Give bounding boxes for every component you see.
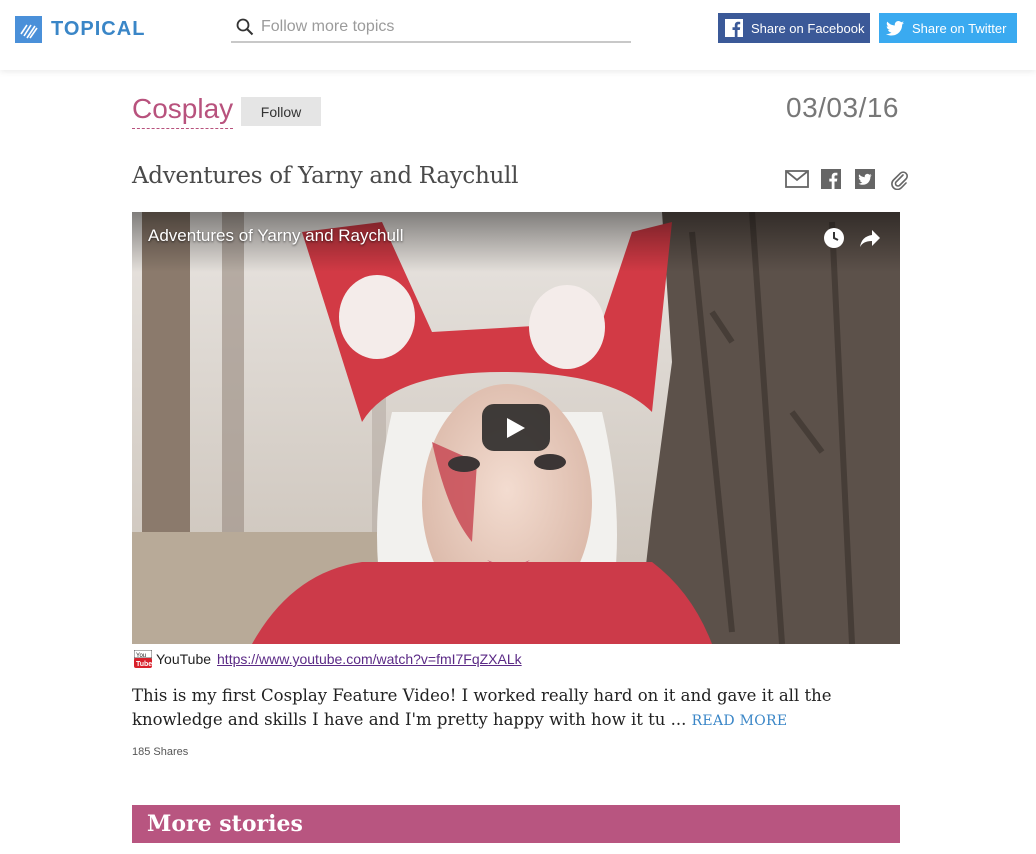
facebook-share-icon[interactable] bbox=[819, 168, 843, 190]
follow-button[interactable]: Follow bbox=[241, 97, 321, 126]
read-more-link[interactable]: READ MORE bbox=[692, 713, 788, 729]
twitter-share-icon[interactable] bbox=[853, 168, 877, 190]
search-input[interactable] bbox=[261, 18, 621, 36]
more-stories-title: More stories bbox=[147, 811, 303, 837]
share-twitter-label: Share on Twitter bbox=[912, 20, 1007, 36]
twitter-icon bbox=[886, 19, 904, 37]
share-facebook-label: Share on Facebook bbox=[751, 20, 865, 36]
source-url-link[interactable]: https://www.youtube.com/watch?v=fmI7FqZX… bbox=[217, 651, 522, 667]
share-arrow-icon[interactable] bbox=[858, 226, 882, 250]
svg-text:Tube: Tube bbox=[136, 661, 152, 668]
article-actions bbox=[785, 168, 911, 190]
video-source: You Tube YouTube https://www.youtube.com… bbox=[134, 650, 522, 668]
play-button[interactable] bbox=[482, 404, 550, 451]
email-icon[interactable] bbox=[785, 168, 809, 190]
article-date: 03/03/16 bbox=[786, 92, 899, 123]
article-title: Adventures of Yarny and Raychull bbox=[132, 163, 519, 189]
source-name: YouTube bbox=[156, 651, 212, 667]
topical-logo[interactable]: TOPICAL bbox=[15, 16, 145, 43]
video-player[interactable]: Adventures of Yarny and Raychull bbox=[132, 212, 900, 644]
facebook-icon bbox=[725, 19, 743, 37]
search-icon bbox=[233, 15, 257, 39]
more-stories-header: More stories bbox=[132, 805, 900, 843]
share-on-twitter-button[interactable]: Share on Twitter bbox=[879, 13, 1017, 43]
watch-later-icon[interactable] bbox=[822, 226, 846, 250]
topic-name-link[interactable]: Cosplay bbox=[132, 92, 234, 129]
share-on-facebook-button[interactable]: Share on Facebook bbox=[718, 13, 870, 43]
play-icon bbox=[507, 417, 525, 438]
topic-search bbox=[231, 13, 631, 43]
article-description: This is my first Cosplay Feature Video! … bbox=[132, 684, 902, 733]
share-count: 185 Shares bbox=[132, 746, 189, 758]
link-icon[interactable] bbox=[887, 168, 911, 190]
logo-text: TOPICAL bbox=[51, 18, 146, 40]
video-overlay-title[interactable]: Adventures of Yarny and Raychull bbox=[148, 226, 403, 246]
top-bar: TOPICAL Share on Facebook Share on Twitt… bbox=[0, 0, 1036, 70]
youtube-icon: You Tube bbox=[134, 650, 152, 668]
topical-logo-icon bbox=[15, 16, 42, 43]
